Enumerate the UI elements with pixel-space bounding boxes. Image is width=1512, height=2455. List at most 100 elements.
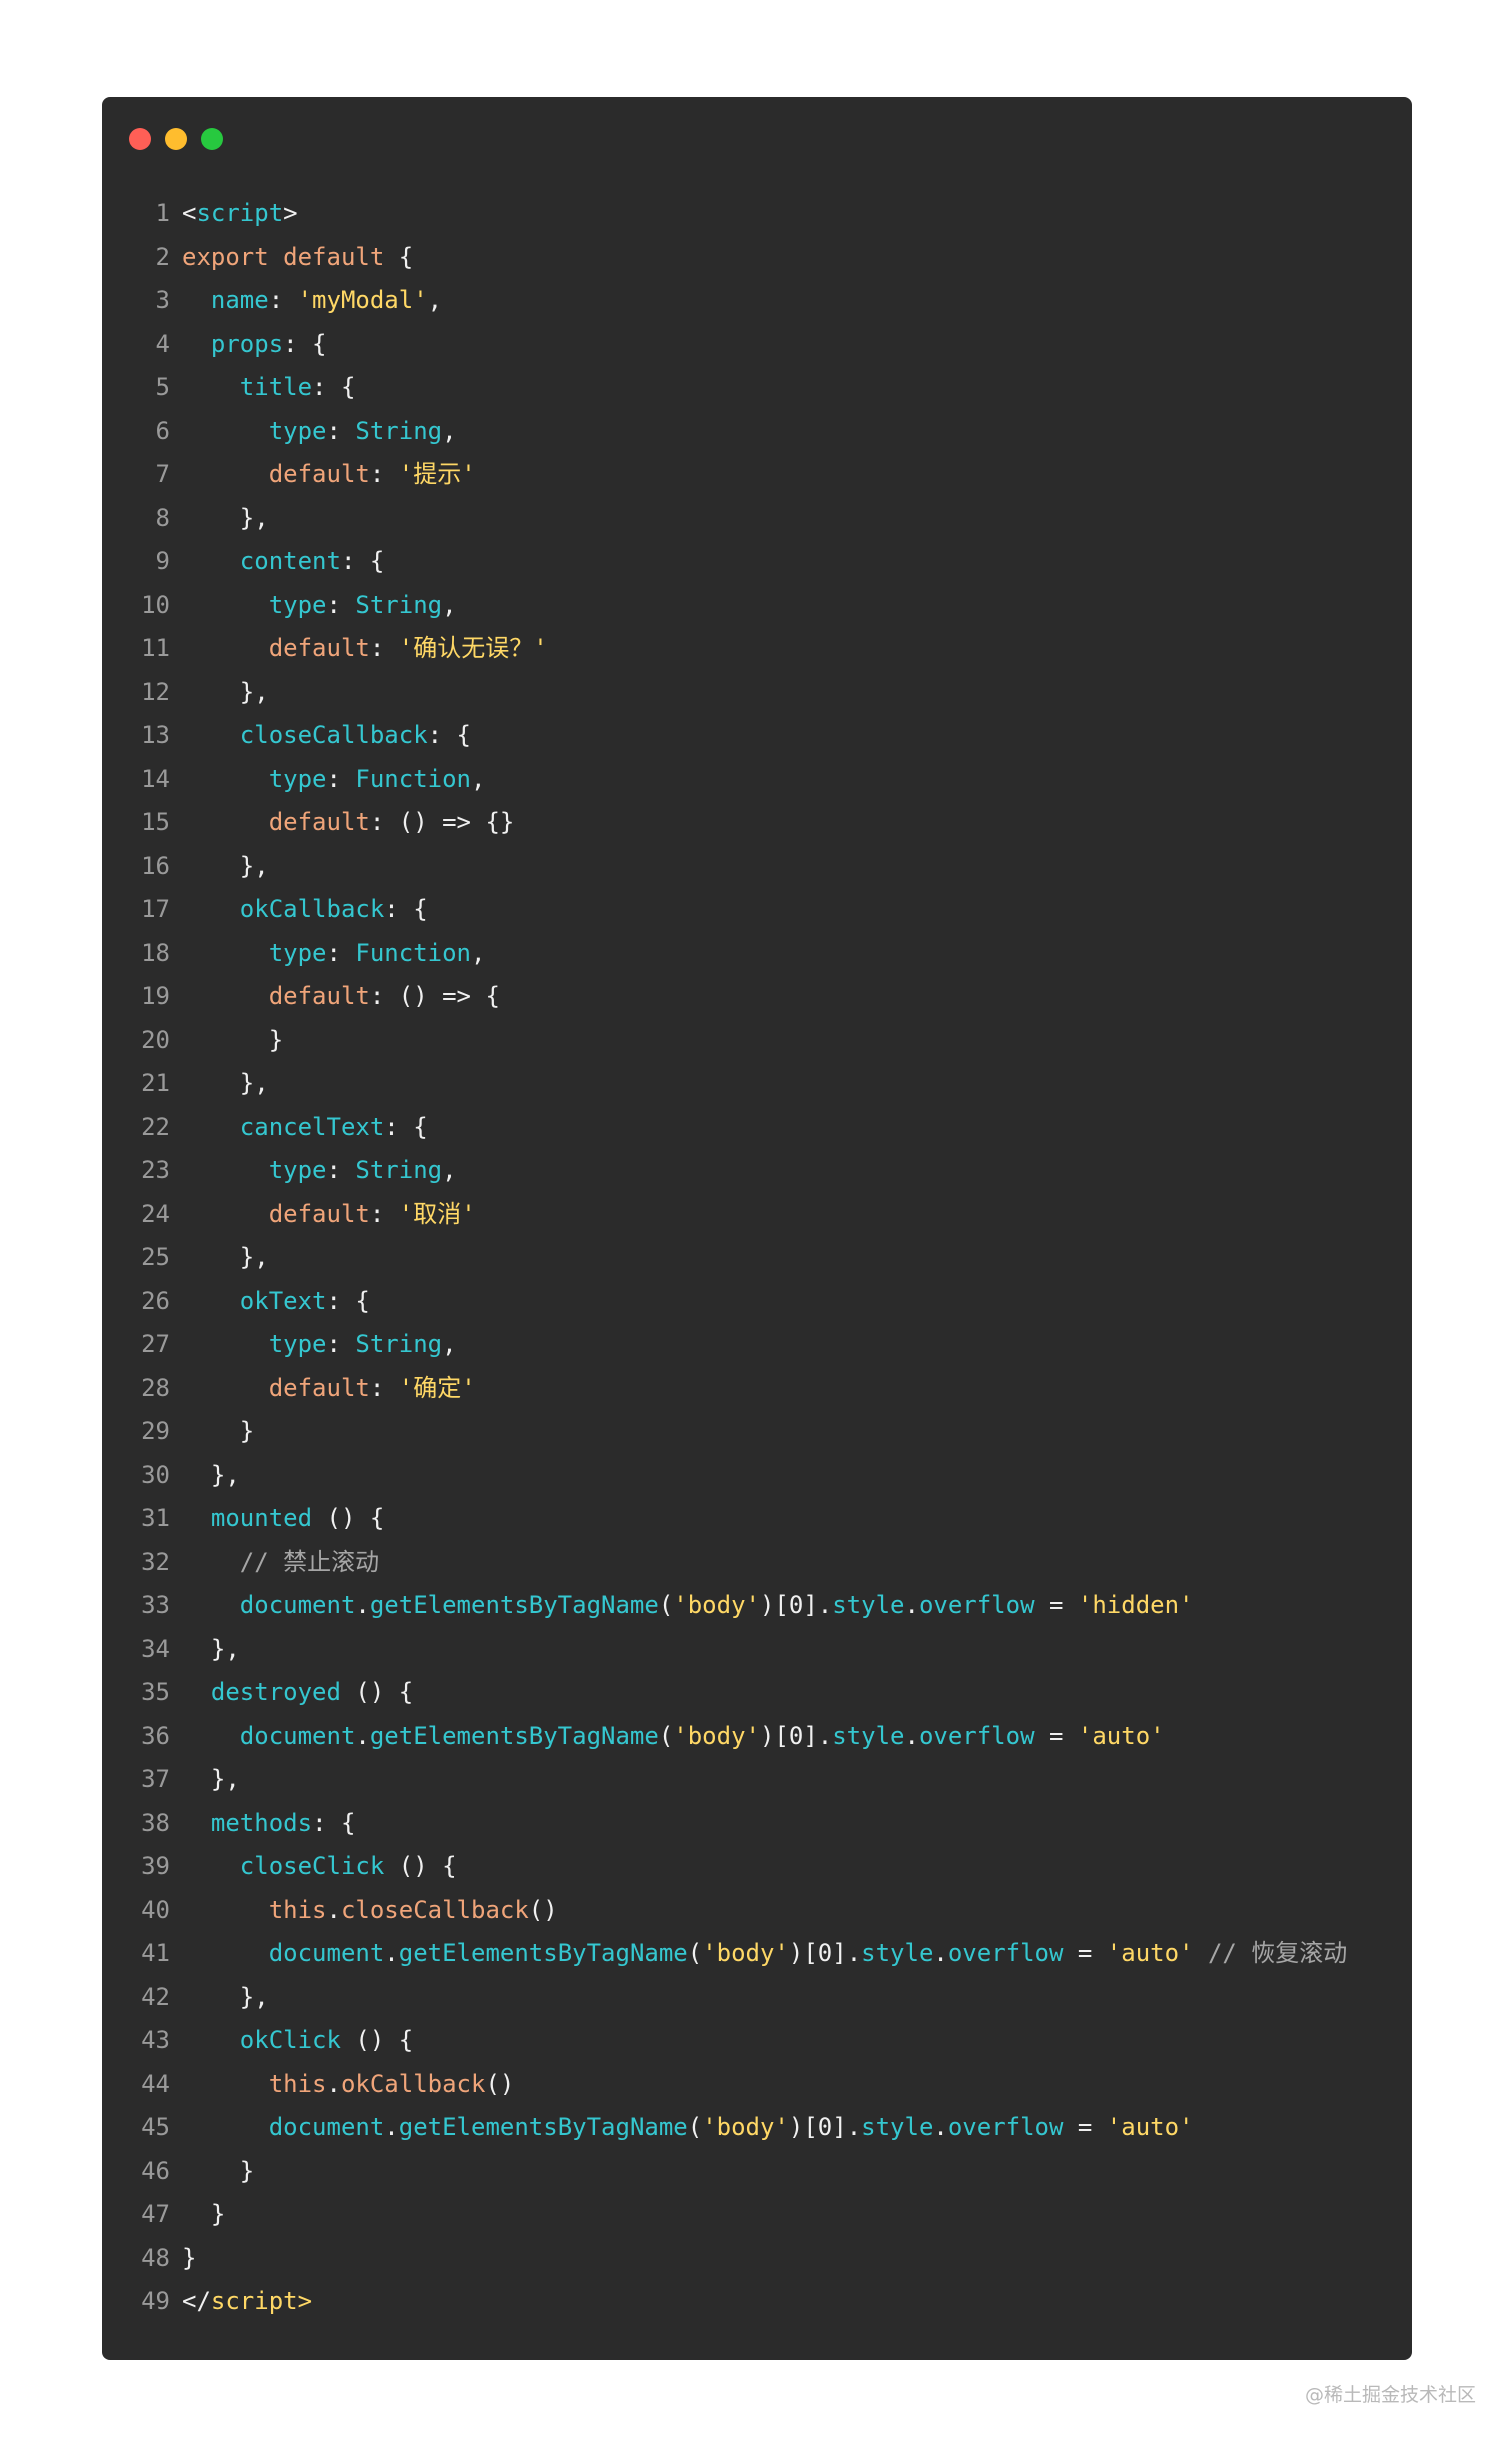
code-token: =	[1063, 1939, 1107, 1967]
code-text: document.getElementsByTagName('body')[0]…	[182, 1584, 1194, 1628]
line-number: 32	[141, 1547, 170, 1576]
code-text: type: Function,	[182, 758, 486, 802]
code-token: },	[182, 1982, 269, 2011]
code-token: =	[1034, 1591, 1078, 1619]
code-line: 36 document.getElementsByTagName('body')…	[102, 1715, 1412, 1759]
code-token: getElementsByTagName	[369, 1721, 659, 1750]
code-text: }	[182, 2237, 196, 2281]
line-number: 17	[141, 895, 170, 923]
code-token: getElementsByTagName	[398, 1939, 688, 1967]
line-number: 45	[141, 2113, 170, 2141]
code-token: document	[239, 1591, 356, 1619]
code-text: closeClick () {	[182, 1845, 457, 1889]
line-number: 33	[141, 1591, 170, 1619]
code-token: () {	[312, 1504, 385, 1532]
code-token: () {	[340, 2026, 414, 2054]
code-token: .	[326, 1895, 341, 1924]
code-line: 3 name: 'myModal',	[102, 279, 1412, 323]
maximize-dot-icon[interactable]	[201, 128, 223, 150]
code-token: },	[182, 503, 269, 532]
code-line: 8 },	[102, 497, 1412, 541]
code-token: String	[355, 1330, 443, 1358]
line-number: 20	[141, 1025, 170, 1054]
line-number: 1	[155, 199, 170, 227]
code-token: :	[326, 938, 356, 967]
code-text: type: String,	[182, 584, 457, 628]
line-number: 18	[141, 938, 170, 967]
code-line: 46 }	[102, 2150, 1412, 2194]
line-number: 26	[141, 1286, 170, 1315]
code-token: '提示'	[398, 460, 476, 488]
line-number: 35	[141, 1678, 170, 1706]
line-number: 22	[141, 1112, 170, 1141]
code-line: 21 },	[102, 1062, 1412, 1106]
code-token: closeClick	[239, 1852, 385, 1880]
close-dot-icon[interactable]	[129, 128, 151, 150]
code-token: default	[268, 460, 370, 488]
code-token: =	[1034, 1721, 1078, 1750]
code-token: 'body'	[702, 2113, 789, 2141]
line-number: 27	[141, 1330, 170, 1358]
code-token: 'hidden'	[1077, 1591, 1194, 1619]
line-number: 7	[155, 460, 170, 488]
code-token: )[0].	[759, 1591, 833, 1619]
code-text: type: Function,	[182, 932, 486, 976]
code-token: .	[904, 1591, 919, 1619]
code-token: getElementsByTagName	[369, 1591, 659, 1619]
code-text: methods: {	[182, 1802, 356, 1846]
line-number: 23	[141, 1156, 170, 1184]
minimize-dot-icon[interactable]	[165, 128, 187, 150]
code-token: type	[268, 1156, 327, 1184]
code-text: okCallback: {	[182, 888, 428, 932]
line-number: 21	[141, 1069, 170, 1097]
code-text: }	[182, 1410, 254, 1454]
code-token: .	[384, 1939, 399, 1967]
watermark: @稀土掘金技术社区	[1304, 2384, 1476, 2406]
code-token: : () => {}	[369, 808, 515, 836]
code-line: 26 okText: {	[102, 1280, 1412, 1324]
code-text: },	[182, 497, 269, 541]
line-number: 11	[141, 634, 170, 662]
code-line: 43 okClick () {	[102, 2019, 1412, 2063]
code-text: },	[182, 1454, 240, 1498]
code-token: props	[210, 329, 284, 358]
code-token: export default	[182, 242, 385, 271]
line-number: 2	[155, 242, 170, 271]
line-number: 29	[141, 1417, 170, 1445]
line-number: 43	[141, 2026, 170, 2054]
code-text: default: '取消'	[182, 1193, 476, 1237]
line-number: 14	[141, 764, 170, 793]
code-line: 6 type: String,	[102, 410, 1412, 454]
code-token: 'body'	[673, 1721, 760, 1750]
code-token: 'auto'	[1077, 1721, 1165, 1750]
code-text: },	[182, 1236, 269, 1280]
code-text: mounted () {	[182, 1497, 384, 1541]
code-line: 16 },	[102, 845, 1412, 889]
code-token: () {	[340, 1678, 414, 1706]
code-text: content: {	[182, 540, 385, 584]
code-line: 19 default: () => {	[102, 975, 1412, 1019]
line-number: 13	[141, 721, 170, 749]
code-text: name: 'myModal',	[182, 279, 442, 323]
code-token: .	[904, 1721, 919, 1750]
code-token: <	[182, 199, 197, 227]
code-token: ,	[442, 416, 457, 445]
line-number: 15	[141, 808, 170, 836]
line-number: 40	[141, 1895, 170, 1924]
code-token: title	[239, 373, 313, 401]
code-line: 20 }	[102, 1019, 1412, 1063]
code-token: :	[326, 1156, 356, 1184]
line-number: 3	[155, 286, 170, 314]
line-number: 25	[141, 1243, 170, 1271]
code-token: },	[182, 1765, 240, 1793]
code-text: }	[182, 1019, 283, 1063]
code-token: : {	[427, 721, 471, 749]
code-token: String	[355, 590, 443, 619]
